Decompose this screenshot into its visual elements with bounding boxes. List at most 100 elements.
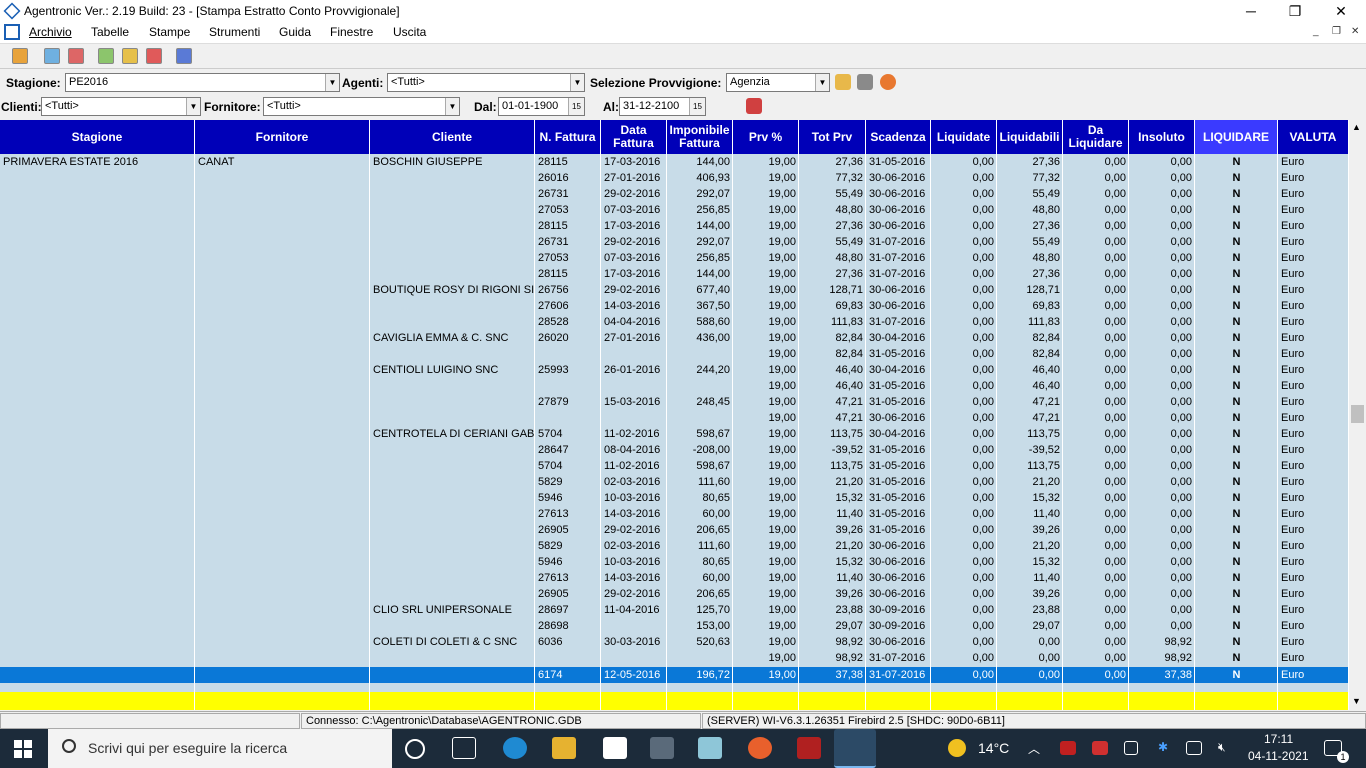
column-header-liquidate[interactable]: Liquidate	[931, 120, 997, 154]
cell-tot-prv[interactable]: 111,83	[799, 314, 866, 330]
cell-da-liquidare[interactable]: 0,00	[1063, 538, 1129, 554]
cell-da-liquidare[interactable]: 0,00	[1063, 282, 1129, 298]
cell-stagione[interactable]	[0, 394, 195, 410]
cell-prv-perc[interactable]: 19,00	[733, 538, 799, 554]
cell-scadenza[interactable]: 31-05-2016	[866, 506, 931, 522]
volume-muted-icon[interactable]: 🔇︎	[1218, 740, 1226, 755]
cell-liquidate[interactable]: 0,00	[931, 586, 997, 602]
cell-prv-perc[interactable]: 19,00	[733, 154, 799, 170]
cell-data-fattura[interactable]: 27-01-2016	[601, 170, 667, 186]
cell-fornitore[interactable]	[195, 186, 370, 202]
cell-liquidate[interactable]: 0,00	[931, 346, 997, 362]
cell-insoluto[interactable]: 0,00	[1129, 330, 1195, 346]
cell-valuta[interactable]: Euro	[1278, 538, 1349, 554]
cell-valuta[interactable]: Euro	[1278, 282, 1349, 298]
app-icon[interactable]	[698, 737, 722, 759]
column-header-liquidare[interactable]: LIQUIDARE	[1195, 120, 1278, 154]
cell-da-liquidare[interactable]: 0,00	[1063, 378, 1129, 394]
cell-liquidate[interactable]: 0,00	[931, 266, 997, 282]
cell-cliente[interactable]	[370, 554, 535, 570]
cell-liquidare[interactable]: N	[1195, 362, 1278, 378]
cell-stagione[interactable]	[0, 554, 195, 570]
cell-da-liquidare[interactable]: 0,00	[1063, 218, 1129, 234]
cell-scadenza[interactable]: 30-06-2016	[866, 186, 931, 202]
mdi-minimize-icon[interactable]: _	[1313, 26, 1319, 37]
cell-fornitore[interactable]	[195, 474, 370, 490]
cell-da-liquidare[interactable]: 0,00	[1063, 266, 1129, 282]
cell-insoluto[interactable]: 0,00	[1129, 538, 1195, 554]
cell-liquidabili[interactable]: 27,36	[997, 266, 1063, 282]
cell-liquidate[interactable]: 0,00	[931, 218, 997, 234]
cell-liquidare[interactable]: N	[1195, 154, 1278, 170]
cell-scadenza[interactable]: 31-07-2016	[866, 650, 931, 666]
cell-cliente[interactable]: CENTIOLI LUIGINO SNC	[370, 362, 535, 378]
cell-data-fattura[interactable]: 14-03-2016	[601, 506, 667, 522]
cell-n-fattura[interactable]: 26905	[535, 522, 601, 538]
cell-prv-perc[interactable]: 19,00	[733, 330, 799, 346]
cell-tot-prv[interactable]: 11,40	[799, 506, 866, 522]
cell-cliente[interactable]	[370, 474, 535, 490]
cell-stagione[interactable]	[0, 490, 195, 506]
cell-tot-prv[interactable]: -39,52	[799, 442, 866, 458]
cell-liquidare[interactable]: N	[1195, 426, 1278, 442]
cell-stagione[interactable]	[0, 346, 195, 362]
cell-scadenza[interactable]: 31-05-2016	[866, 490, 931, 506]
cell-fornitore[interactable]	[195, 170, 370, 186]
cell-scadenza[interactable]: 31-05-2016	[866, 474, 931, 490]
cell-data-fattura[interactable]: 29-02-2016	[601, 234, 667, 250]
cell-tot-prv[interactable]: 48,80	[799, 250, 866, 266]
cell-liquidabili[interactable]: 82,84	[997, 346, 1063, 362]
cell-prv-perc[interactable]: 19,00	[733, 346, 799, 362]
cell-cliente[interactable]	[370, 618, 535, 634]
column-header-tot-prv[interactable]: Tot Prv	[799, 120, 866, 154]
cell-cliente[interactable]	[370, 522, 535, 538]
cell-prv-perc[interactable]: 19,00	[733, 410, 799, 426]
cell-imponibile[interactable]	[667, 378, 733, 394]
cell-liquidate[interactable]: 0,00	[931, 474, 997, 490]
cell-cliente[interactable]	[370, 586, 535, 602]
cell-insoluto[interactable]: 0,00	[1129, 346, 1195, 362]
cell-stagione[interactable]	[0, 378, 195, 394]
cell-cliente[interactable]: CENTROTELA DI CERIANI GABR	[370, 426, 535, 442]
cell-valuta[interactable]: Euro	[1278, 330, 1349, 346]
column-header-stagione[interactable]: Stagione	[0, 120, 195, 154]
cell-fornitore[interactable]	[195, 442, 370, 458]
cell-fornitore[interactable]	[195, 586, 370, 602]
cell-liquidabili[interactable]: 55,49	[997, 234, 1063, 250]
cell-liquidate[interactable]: 0,00	[931, 298, 997, 314]
cell-tot-prv[interactable]: 15,32	[799, 490, 866, 506]
column-header-n-fattura[interactable]: N. Fattura	[535, 120, 601, 154]
cell-n-fattura[interactable]: 5829	[535, 538, 601, 554]
cell-liquidate[interactable]: 0,00	[931, 410, 997, 426]
cell-stagione[interactable]	[0, 218, 195, 234]
cell-data-fattura[interactable]: 11-02-2016	[601, 458, 667, 474]
cell-imponibile[interactable]: 196,72	[667, 667, 733, 683]
edge-icon[interactable]	[503, 737, 527, 759]
cell-n-fattura[interactable]: 6036	[535, 634, 601, 650]
cell-liquidabili[interactable]: 0,00	[997, 634, 1063, 650]
cell-tot-prv[interactable]: 55,49	[799, 186, 866, 202]
cell-scadenza[interactable]: 30-04-2016	[866, 330, 931, 346]
cell-insoluto[interactable]: 0,00	[1129, 314, 1195, 330]
cell-tot-prv[interactable]: 23,88	[799, 602, 866, 618]
cell-liquidate[interactable]: 0,00	[931, 330, 997, 346]
cell-stagione[interactable]	[0, 362, 195, 378]
cell-prv-perc[interactable]: 19,00	[733, 218, 799, 234]
cell-valuta[interactable]: Euro	[1278, 650, 1349, 666]
cell-valuta[interactable]: Euro	[1278, 154, 1349, 170]
cell-da-liquidare[interactable]: 0,00	[1063, 442, 1129, 458]
cell-prv-perc[interactable]: 19,00	[733, 426, 799, 442]
cell-insoluto[interactable]: 0,00	[1129, 618, 1195, 634]
cell-cliente[interactable]	[370, 250, 535, 266]
cell-cliente[interactable]: BOSCHIN GIUSEPPE	[370, 154, 535, 170]
cell-tot-prv[interactable]: 55,49	[799, 234, 866, 250]
cell-liquidabili[interactable]: 128,71	[997, 282, 1063, 298]
cell-n-fattura[interactable]: 25993	[535, 362, 601, 378]
cell-da-liquidare[interactable]: 0,00	[1063, 474, 1129, 490]
cell-cliente[interactable]	[370, 186, 535, 202]
cell-scadenza[interactable]: 30-06-2016	[866, 634, 931, 650]
cancel-icon[interactable]	[880, 74, 896, 90]
cell-liquidate[interactable]: 0,00	[931, 314, 997, 330]
cell-imponibile[interactable]: 153,00	[667, 618, 733, 634]
app-icon[interactable]	[603, 737, 627, 759]
